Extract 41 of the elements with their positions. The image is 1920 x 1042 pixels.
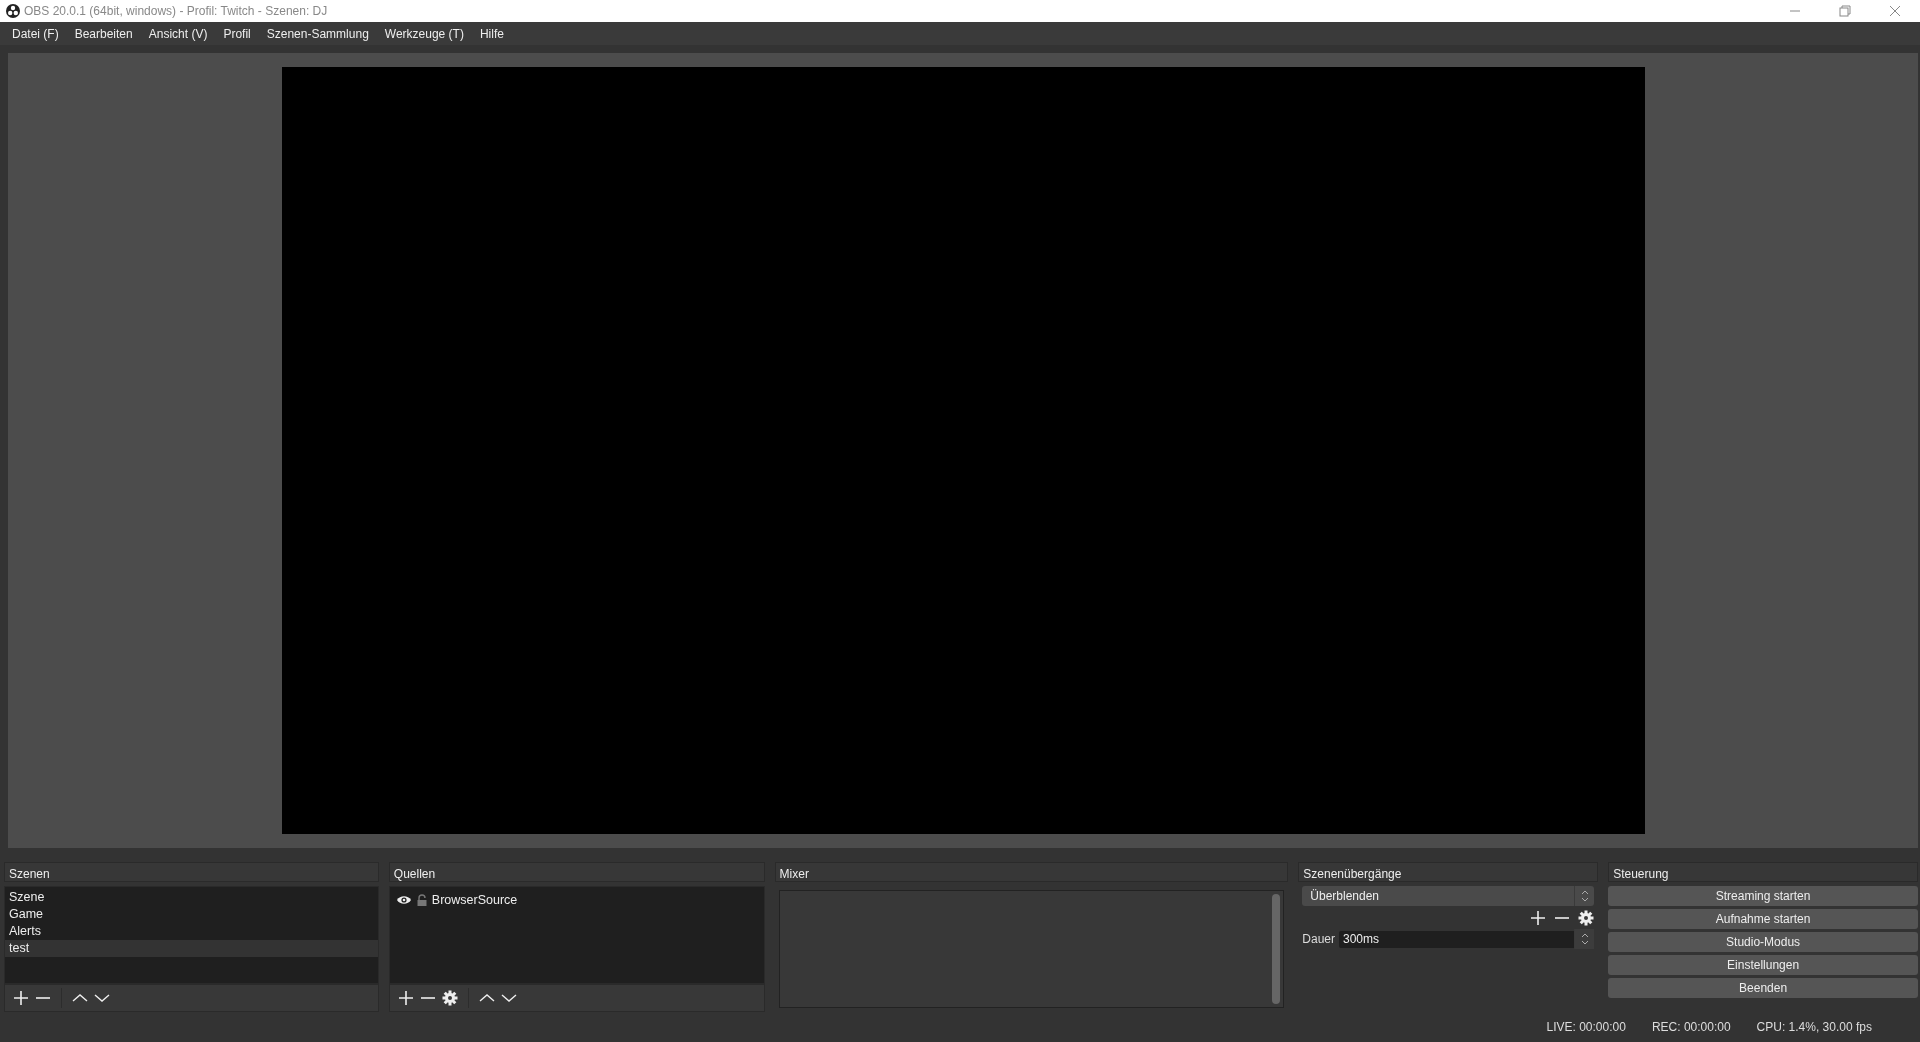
control-button[interactable]: Aufnahme starten <box>1608 909 1918 929</box>
control-button[interactable]: Streaming starten <box>1608 886 1918 906</box>
status-text: REC: 00:00:00 <box>1651 1019 1731 1036</box>
control-button[interactable]: Beenden <box>1608 978 1918 998</box>
window-title: OBS 20.0.1 (64bit, windows) - Profil: Twitch - Szenen: DJ <box>24 3 328 20</box>
scrollbar-thumb[interactable] <box>1272 894 1281 1004</box>
dock-title: Szenenübergänge <box>1298 862 1599 882</box>
menu-item[interactable]: Szenen-Sammlung <box>258 24 377 43</box>
menu-item[interactable]: Bearbeiten <box>66 24 141 43</box>
status-text: CPU: 1.4%, 30.00 fps <box>1756 1019 1872 1036</box>
add-icon[interactable] <box>13 990 29 1006</box>
control-button[interactable]: Einstellungen <box>1608 955 1918 975</box>
eye-icon[interactable] <box>395 893 412 907</box>
source-item[interactable]: BrowserSource <box>431 891 518 909</box>
spinner-arrows-icon <box>1579 889 1590 903</box>
dock-title: Szenen <box>4 862 379 882</box>
menu-item[interactable]: Datei (F) <box>4 24 67 43</box>
control-button[interactable]: Studio-Modus <box>1608 932 1918 952</box>
close-icon[interactable] <box>1889 5 1901 17</box>
transition-select[interactable]: Überblenden <box>1302 886 1595 906</box>
menu-item[interactable]: Ansicht (V) <box>140 24 216 43</box>
dock-title: Mixer <box>774 862 1289 882</box>
duration-field[interactable]: 300ms <box>1339 930 1595 948</box>
settings-icon[interactable] <box>1578 910 1595 926</box>
menu-item[interactable]: Profil <box>215 24 259 43</box>
scene-item[interactable]: test <box>5 940 378 957</box>
spinner-arrows-icon[interactable] <box>1579 932 1590 946</box>
add-icon[interactable] <box>397 990 414 1006</box>
settings-icon[interactable] <box>441 990 458 1006</box>
menu-item[interactable]: Werkzeuge (T) <box>376 24 472 43</box>
duration-label: Dauer <box>1302 931 1335 948</box>
scene-item[interactable]: Game <box>5 906 378 923</box>
scene-item[interactable]: Alerts <box>5 923 378 940</box>
menu-item[interactable]: Hilfe <box>471 24 512 43</box>
obs-logo-icon <box>6 4 20 18</box>
add-icon[interactable] <box>1530 910 1547 926</box>
scene-item[interactable]: Szene <box>5 889 378 906</box>
dock-title: Steuerung <box>1608 862 1918 882</box>
status-text: LIVE: 00:00:00 <box>1546 1019 1626 1036</box>
padlock-icon[interactable] <box>415 893 428 907</box>
dock-title: Quellen <box>388 862 765 882</box>
